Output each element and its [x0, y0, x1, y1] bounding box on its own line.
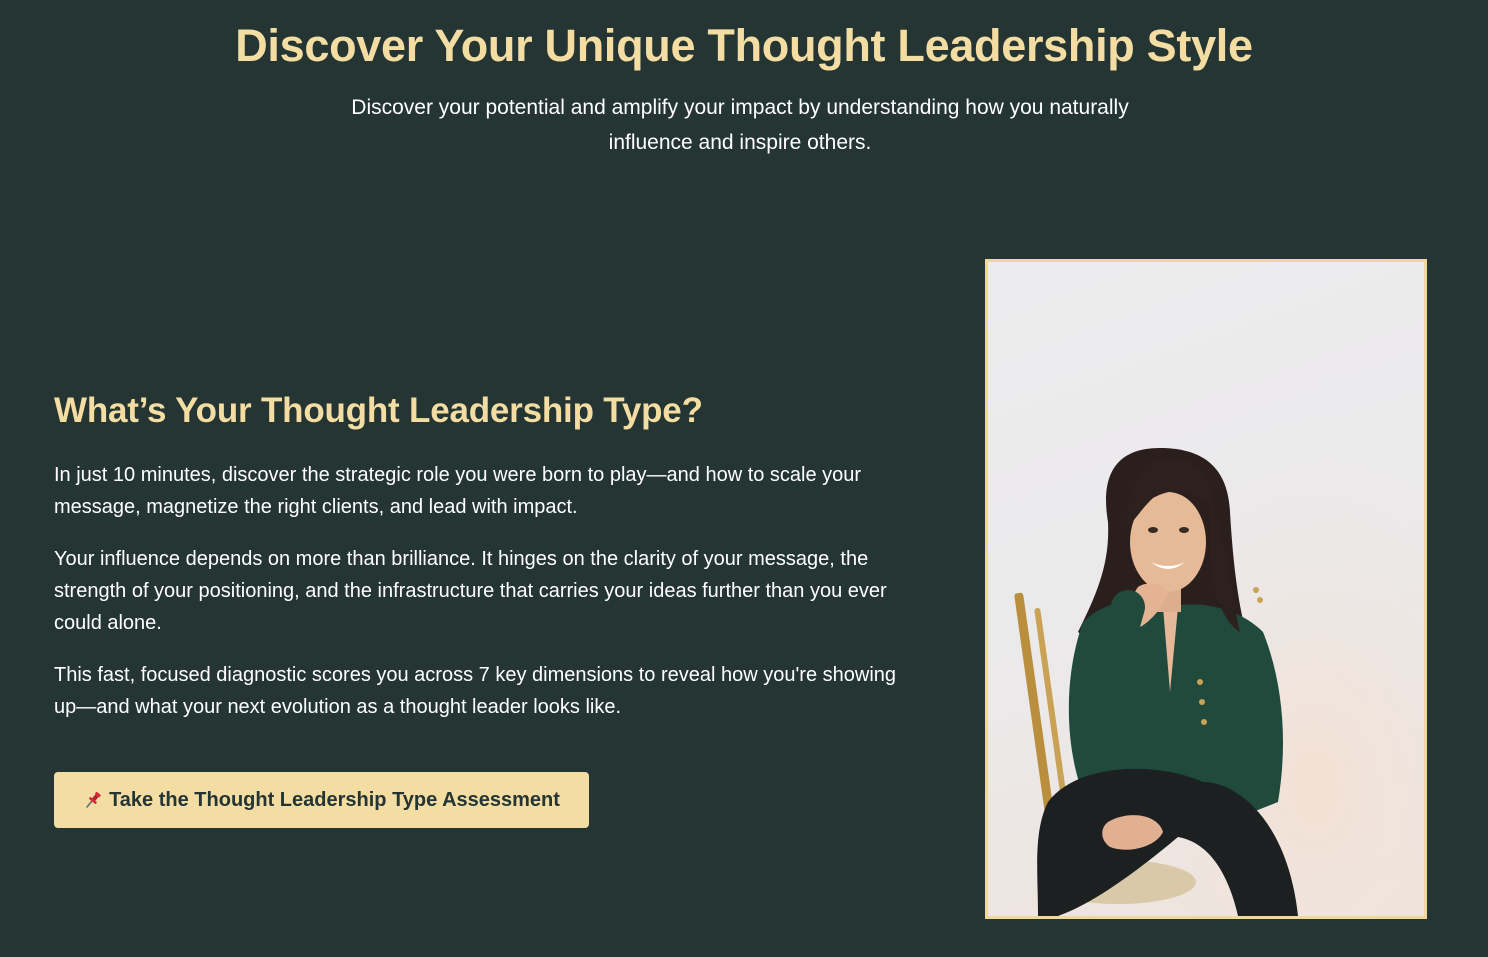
- portrait-illustration: [988, 262, 1424, 916]
- portrait-photo: [985, 259, 1427, 919]
- intro-paragraph: In just 10 minutes, discover the strateg…: [54, 464, 862, 518]
- take-assessment-button[interactable]: Take the Thought Leadership Type Assessm…: [54, 772, 589, 828]
- take-assessment-label: Take the Thought Leadership Type Assessm…: [109, 788, 560, 811]
- section-heading: What’s Your Thought Leadership Type?: [54, 391, 703, 430]
- page-title: Discover Your Unique Thought Leadership …: [235, 20, 1253, 71]
- page-subtitle: Discover your potential and amplify your…: [351, 96, 1129, 154]
- diagnostic-paragraph: This fast, focused diagnostic scores you…: [54, 664, 897, 718]
- influence-paragraph: Your influence depends on more than bril…: [54, 548, 887, 634]
- pushpin-icon: [83, 790, 103, 810]
